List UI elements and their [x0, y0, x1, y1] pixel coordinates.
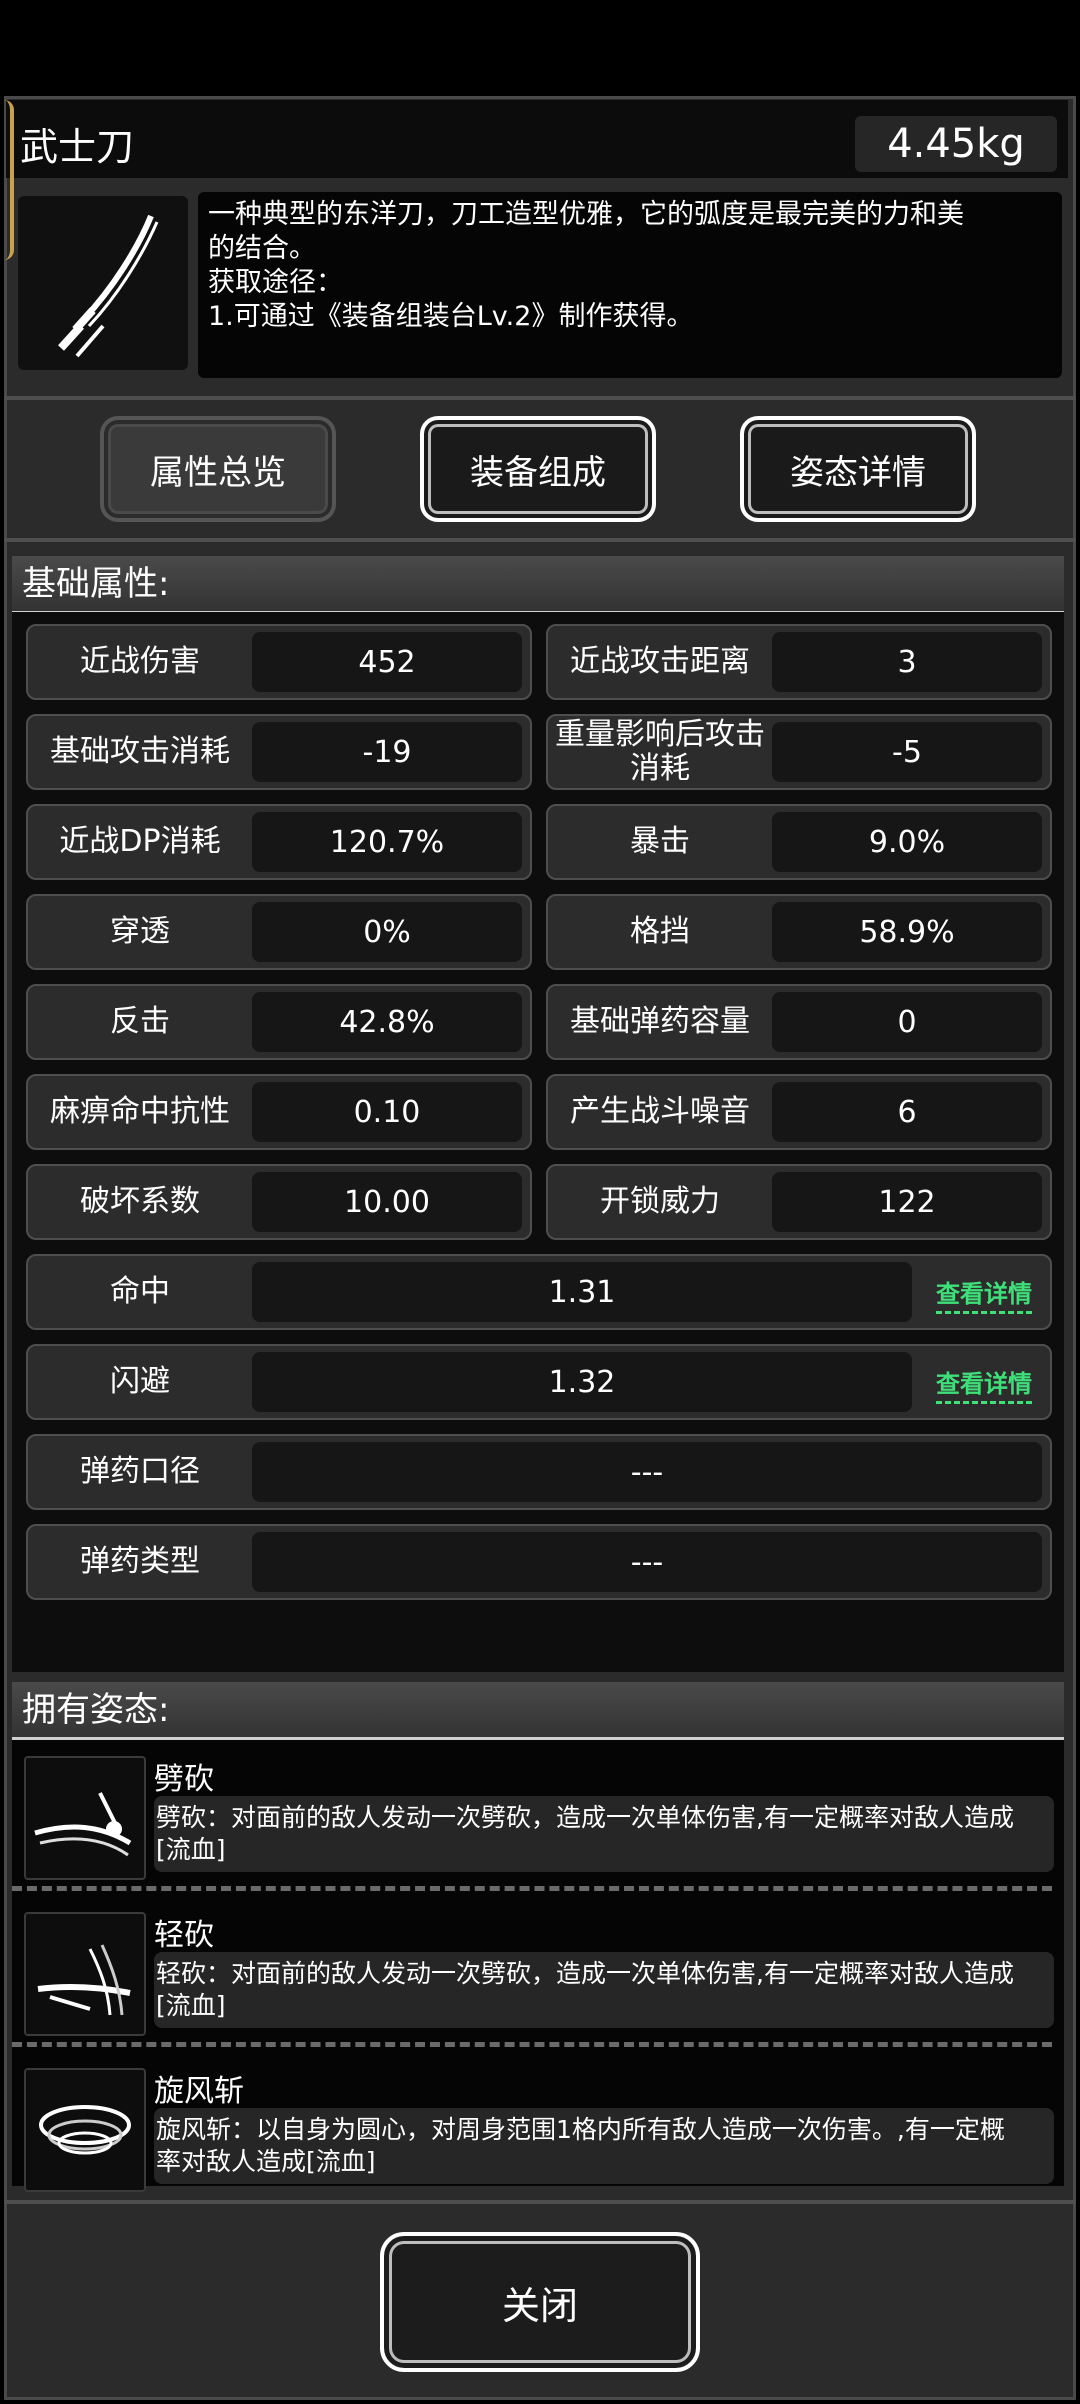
attribute-label: 近战DP消耗: [59, 824, 221, 859]
stance-item[interactable]: 旋风斩 旋风斩：以自身为圆心，对周身范围1格内所有敌人造成一次伤害。,有一定概 …: [12, 2060, 1054, 2200]
attribute-cell: 基础攻击消耗 -19: [26, 714, 532, 790]
attribute-label: 基础弹药容量: [570, 1004, 750, 1039]
katana-icon: [18, 196, 188, 370]
attribute-cell: 麻痹命中抗性 0.10: [26, 1074, 532, 1150]
item-description: 一种典型的东洋刀，刀工造型优雅，它的弧度是最完美的力和美 的结合。 获取途径： …: [198, 192, 1062, 378]
stance-desc-line: 轻砍：对面前的敌人发动一次劈砍，造成一次单体伤害,有一定概率对敌人造成: [156, 1959, 1014, 1988]
attribute-cell: 重量影响后攻击消耗 -5: [546, 714, 1052, 790]
attribute-label: 弹药类型: [80, 1544, 200, 1579]
stance-desc-line: [流血]: [156, 1991, 226, 2020]
item-name: 武士刀: [20, 125, 135, 169]
attribute-label: 近战攻击距离: [570, 644, 750, 679]
attribute-value: 122: [772, 1172, 1042, 1232]
attribute-cell: 基础弹药容量 0: [546, 984, 1052, 1060]
divider: [4, 538, 1076, 542]
item-weight: 4.45kg: [855, 116, 1057, 172]
attributes-header: 基础属性:: [12, 556, 1064, 614]
attribute-cell: 暴击 9.0%: [546, 804, 1052, 880]
attribute-value: 6: [772, 1082, 1042, 1142]
attribute-label: 命中: [110, 1274, 170, 1309]
divider: [4, 396, 1076, 400]
attribute-cell: 近战攻击距离 3: [546, 624, 1052, 700]
attribute-cell-wide: 命中 1.31 查看详情: [26, 1254, 1052, 1330]
attribute-label: 开锁威力: [600, 1184, 720, 1219]
stance-desc-line: 率对敌人造成[流血]: [156, 2147, 376, 2176]
stance-description: 劈砍：对面前的敌人发动一次劈砍，造成一次单体伤害,有一定概率对敌人造成 [流血]: [154, 1796, 1054, 1872]
attribute-value: 1.32: [252, 1352, 912, 1412]
stance-name: 轻砍: [154, 1918, 214, 1953]
attribute-value: ---: [252, 1442, 1042, 1502]
attribute-value: 0%: [252, 902, 522, 962]
attribute-value: 120.7%: [252, 812, 522, 872]
attribute-label: 基础攻击消耗: [50, 734, 230, 769]
attribute-label: 麻痹命中抗性: [50, 1094, 230, 1129]
attribute-label: 近战伤害: [80, 644, 200, 679]
attribute-value: 452: [252, 632, 522, 692]
stance-desc-line: [流血]: [156, 1835, 226, 1864]
attribute-cell: 破坏系数 10.00: [26, 1164, 532, 1240]
attribute-value: 0.10: [252, 1082, 522, 1142]
attribute-cell: 反击 42.8%: [26, 984, 532, 1060]
whirlwind-icon: [24, 2068, 146, 2192]
stances-header: 拥有姿态:: [12, 1682, 1064, 1740]
attribute-cell: 近战伤害 452: [26, 624, 532, 700]
stance-item[interactable]: 劈砍 劈砍：对面前的敌人发动一次劈砍，造成一次单体伤害,有一定概率对敌人造成 […: [12, 1748, 1054, 1888]
stance-name: 旋风斩: [154, 2074, 244, 2109]
stance-name: 劈砍: [154, 1762, 214, 1797]
stance-separator: [12, 2042, 1052, 2047]
attribute-value: 0: [772, 992, 1042, 1052]
attribute-cell-wide: 弹药类型 ---: [26, 1524, 1052, 1600]
title-accent: [0, 100, 14, 260]
attribute-value: 10.00: [252, 1172, 522, 1232]
attribute-cell: 近战DP消耗 120.7%: [26, 804, 532, 880]
attribute-cell-wide: 弹药口径 ---: [26, 1434, 1052, 1510]
stance-desc-line: 劈砍：对面前的敌人发动一次劈砍，造成一次单体伤害,有一定概率对敌人造成: [156, 1803, 1014, 1832]
attribute-value: -5: [772, 722, 1042, 782]
stance-desc-line: 旋风斩：以自身为圆心，对周身范围1格内所有敌人造成一次伤害。,有一定概: [156, 2115, 1005, 2144]
tab-stance-details[interactable]: 姿态详情: [740, 416, 976, 522]
description-line: 一种典型的东洋刀，刀工造型优雅，它的弧度是最完美的力和美: [208, 199, 964, 230]
attribute-value: 1.31: [252, 1262, 912, 1322]
stance-separator: [12, 1886, 1052, 1891]
light-slash-icon: [24, 1912, 146, 2036]
attribute-value: 9.0%: [772, 812, 1042, 872]
close-button[interactable]: 关闭: [380, 2232, 700, 2372]
attribute-label: 暴击: [630, 824, 690, 859]
attribute-cell: 开锁威力 122: [546, 1164, 1052, 1240]
stance-description: 轻砍：对面前的敌人发动一次劈砍，造成一次单体伤害,有一定概率对敌人造成 [流血]: [154, 1952, 1054, 2028]
description-line: 的结合。: [208, 233, 316, 264]
attribute-cell: 格挡 58.9%: [546, 894, 1052, 970]
attribute-value: 3: [772, 632, 1042, 692]
attribute-value: -19: [252, 722, 522, 782]
attribute-label: 重量影响后攻击消耗: [555, 717, 765, 786]
description-line: 1.可通过《装备组装台Lv.2》制作获得。: [208, 301, 694, 332]
attribute-label: 反击: [110, 1004, 170, 1039]
view-details-link[interactable]: 查看详情: [936, 1364, 1032, 1404]
attribute-label: 破坏系数: [80, 1184, 200, 1219]
attribute-value: 42.8%: [252, 992, 522, 1052]
attribute-cell: 产生战斗噪音 6: [546, 1074, 1052, 1150]
slash-icon: [24, 1756, 146, 1880]
attribute-label: 产生战斗噪音: [570, 1094, 750, 1129]
attribute-value: ---: [252, 1532, 1042, 1592]
attribute-label: 弹药口径: [80, 1454, 200, 1489]
stance-description: 旋风斩：以自身为圆心，对周身范围1格内所有敌人造成一次伤害。,有一定概 率对敌人…: [154, 2108, 1054, 2184]
attribute-cell: 穿透 0%: [26, 894, 532, 970]
tab-attributes-overview[interactable]: 属性总览: [100, 416, 336, 522]
view-details-link[interactable]: 查看详情: [936, 1274, 1032, 1314]
attribute-label: 穿透: [110, 914, 170, 949]
attribute-cell-wide: 闪避 1.32 查看详情: [26, 1344, 1052, 1420]
attribute-label: 闪避: [110, 1364, 170, 1399]
description-line: 获取途径：: [208, 267, 343, 298]
stance-item[interactable]: 轻砍 轻砍：对面前的敌人发动一次劈砍，造成一次单体伤害,有一定概率对敌人造成 […: [12, 1904, 1054, 2044]
attribute-label: 格挡: [630, 914, 690, 949]
tab-equipment-composition[interactable]: 装备组成: [420, 416, 656, 522]
attribute-value: 58.9%: [772, 902, 1042, 962]
divider: [4, 2200, 1076, 2204]
